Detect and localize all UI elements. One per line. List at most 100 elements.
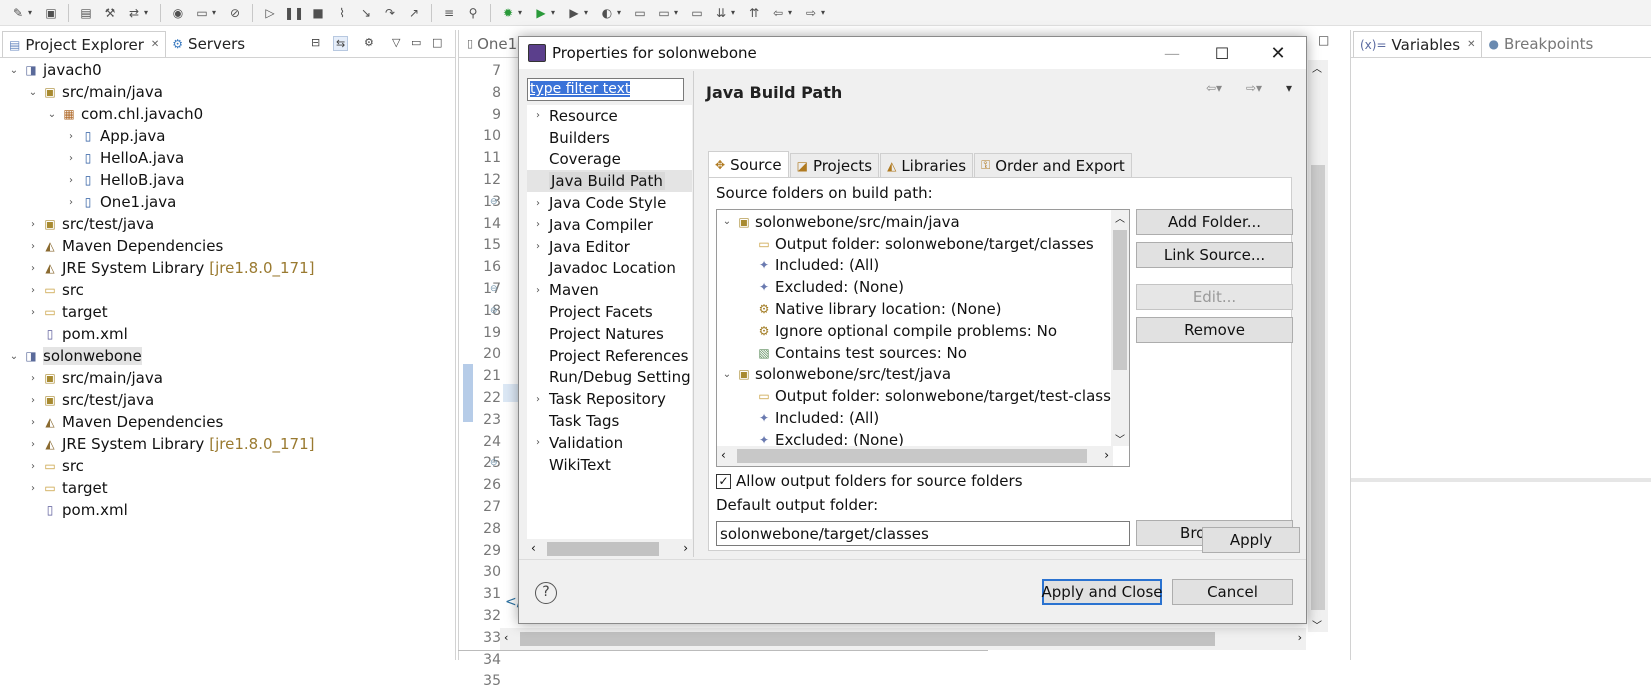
- source-entry[interactable]: ▭ Output folder: solonwebone/target/class…: [717, 233, 1093, 255]
- scroll-right-icon[interactable]: ›: [683, 541, 688, 555]
- view-menu-icon[interactable]: ▽: [392, 36, 400, 49]
- tab-variables[interactable]: (x)= Variables ✕: [1353, 31, 1483, 57]
- tree-item[interactable]: › ▣ src/test/java: [0, 213, 455, 235]
- forward-icon[interactable]: ⇨▾: [1246, 81, 1262, 95]
- chevron-down-icon[interactable]: ⌄: [6, 351, 22, 362]
- tab-order-and-export[interactable]: ⚿ Order and Export: [974, 153, 1132, 177]
- chevron-right-icon[interactable]: ›: [527, 394, 549, 405]
- editor-vertical-scroll-thumb[interactable]: [1311, 165, 1325, 610]
- nav-item[interactable]: › Validation: [527, 432, 692, 454]
- new-icon[interactable]: ✎: [10, 5, 26, 21]
- fold-icon[interactable]: ⊖: [490, 458, 498, 468]
- tab-libraries[interactable]: ◭ Libraries: [880, 153, 974, 177]
- chevron-right-icon[interactable]: ›: [25, 373, 41, 384]
- source-entry[interactable]: ⚙ Native library location: (None): [717, 298, 1002, 320]
- tree-item[interactable]: › ▯ App.java: [0, 125, 455, 147]
- close-icon[interactable]: ✕: [151, 39, 159, 50]
- nav-item[interactable]: › Task Repository: [527, 388, 692, 410]
- tree-item[interactable]: ▯ pom.xml: [0, 499, 455, 521]
- publish-icon[interactable]: ⇄: [126, 5, 142, 21]
- disconnect-icon[interactable]: ⌇: [334, 5, 350, 21]
- nav-item[interactable]: Run/Debug Setting: [527, 367, 692, 389]
- dropdown-icon[interactable]: ▾: [731, 8, 739, 17]
- tree-item[interactable]: › ▭ src: [0, 455, 455, 477]
- fold-icon[interactable]: ⊖: [490, 306, 498, 316]
- dropdown-icon[interactable]: ▾: [674, 8, 682, 17]
- cancel-button[interactable]: Cancel: [1172, 579, 1293, 605]
- chevron-down-icon[interactable]: ⌄: [6, 65, 22, 76]
- source-entry[interactable]: ▧ Contains test sources: No: [717, 342, 967, 364]
- tree-item[interactable]: › ▭ target: [0, 301, 455, 323]
- back-icon[interactable]: ⇦: [770, 5, 786, 21]
- build-icon[interactable]: ⚒: [102, 5, 118, 21]
- maximize-icon[interactable]: □: [432, 36, 442, 49]
- tab-servers[interactable]: ⚙ Servers: [166, 31, 251, 57]
- chevron-right-icon[interactable]: ›: [63, 153, 79, 164]
- chevron-down-icon[interactable]: ⌄: [719, 216, 735, 227]
- collapse-all-icon[interactable]: ⊟: [311, 36, 320, 49]
- nav-item[interactable]: › Maven: [527, 279, 692, 301]
- nav-item[interactable]: Coverage: [527, 149, 692, 171]
- source-entry[interactable]: ⌄ ▣ solonwebone/src/test/java: [717, 364, 951, 386]
- minimize-button[interactable]: —: [1149, 37, 1195, 69]
- filters-icon[interactable]: ⚙: [364, 36, 374, 49]
- dropdown-icon[interactable]: ▾: [617, 8, 625, 17]
- apply-and-close-button[interactable]: Apply and Close: [1042, 579, 1162, 605]
- remove-button[interactable]: Remove: [1136, 317, 1293, 343]
- chevron-down-icon[interactable]: ⌄: [25, 87, 41, 98]
- close-icon[interactable]: ✕: [1467, 39, 1475, 50]
- chevron-right-icon[interactable]: ›: [25, 395, 41, 406]
- step-return-icon[interactable]: ↗: [406, 5, 422, 21]
- tree-item[interactable]: ⌄ ◨ solonwebone: [0, 345, 455, 367]
- chevron-right-icon[interactable]: ›: [25, 439, 41, 450]
- source-entry[interactable]: ▭ Output folder: solonwebone/target/test-…: [717, 385, 1128, 407]
- editor-maximize-icon[interactable]: □: [1318, 33, 1329, 47]
- scroll-up-icon[interactable]: ︿: [1312, 60, 1322, 75]
- step-over-icon[interactable]: ↷: [382, 5, 398, 21]
- tree-item[interactable]: › ◭ JRE System Library [jre1.8.0_171]: [0, 257, 455, 279]
- step-into-icon[interactable]: ↘: [358, 5, 374, 21]
- tree-item[interactable]: › ◭ JRE System Library [jre1.8.0_171]: [0, 433, 455, 455]
- chevron-right-icon[interactable]: ›: [527, 110, 549, 121]
- source-entry[interactable]: ✦ Included: (All): [717, 407, 879, 429]
- dropdown-icon[interactable]: ▾: [821, 8, 829, 17]
- open-type-icon[interactable]: ▭: [656, 5, 672, 21]
- editor-horizontal-scroll-thumb[interactable]: [520, 632, 1215, 646]
- chevron-right-icon[interactable]: ›: [63, 131, 79, 142]
- list-horizontal-scrollbar[interactable]: ‹ ›: [717, 446, 1113, 466]
- nav-item[interactable]: Builders: [527, 127, 692, 149]
- dropdown-icon[interactable]: ▾: [212, 8, 220, 17]
- tree-item[interactable]: ⌄ ▦ com.chl.javach0: [0, 103, 455, 125]
- nav-item[interactable]: Task Tags: [527, 410, 692, 432]
- terminal-icon[interactable]: ▭: [194, 5, 210, 21]
- link-source-button[interactable]: Link Source...: [1136, 242, 1293, 268]
- source-entry[interactable]: ⚙ Ignore optional compile problems: No: [717, 320, 1057, 342]
- scroll-left-icon[interactable]: ‹: [721, 448, 726, 462]
- tree-item[interactable]: › ▯ HelloA.java: [0, 147, 455, 169]
- nav-item[interactable]: Javadoc Location: [527, 258, 692, 280]
- tab-project-explorer[interactable]: ▤ Project Explorer ✕: [2, 31, 167, 57]
- default-output-field[interactable]: solonwebone/target/classes: [716, 521, 1130, 546]
- scroll-right-icon[interactable]: ›: [1104, 448, 1109, 462]
- scroll-up-icon[interactable]: ︿: [1115, 210, 1125, 225]
- list-horizontal-scroll-thumb[interactable]: [737, 449, 1087, 463]
- chevron-right-icon[interactable]: ›: [527, 241, 549, 252]
- chevron-right-icon[interactable]: ›: [527, 198, 549, 209]
- tree-item[interactable]: › ▭ target: [0, 477, 455, 499]
- chevron-right-icon[interactable]: ›: [25, 307, 41, 318]
- tree-item[interactable]: › ▭ src: [0, 279, 455, 301]
- nav-item[interactable]: Java Build Path: [527, 170, 692, 193]
- fold-icon[interactable]: ⊖: [490, 197, 498, 207]
- forward-icon[interactable]: ⇨: [803, 5, 819, 21]
- link-editor-icon[interactable]: ⇆: [333, 36, 349, 51]
- suspend-icon[interactable]: ❚❚: [284, 5, 304, 21]
- tree-item[interactable]: ⌄ ◨ javach0: [0, 59, 455, 81]
- dropdown-icon[interactable]: ▾: [518, 8, 526, 17]
- list-vertical-scroll-thumb[interactable]: [1113, 230, 1127, 370]
- chevron-right-icon[interactable]: ›: [25, 483, 41, 494]
- dropdown-icon[interactable]: ▾: [144, 8, 152, 17]
- terminate-icon[interactable]: ■: [310, 5, 326, 21]
- scroll-left-icon[interactable]: ‹: [531, 541, 536, 555]
- chevron-down-icon[interactable]: ⌄: [719, 369, 735, 380]
- save-icon[interactable]: ▣: [43, 5, 59, 21]
